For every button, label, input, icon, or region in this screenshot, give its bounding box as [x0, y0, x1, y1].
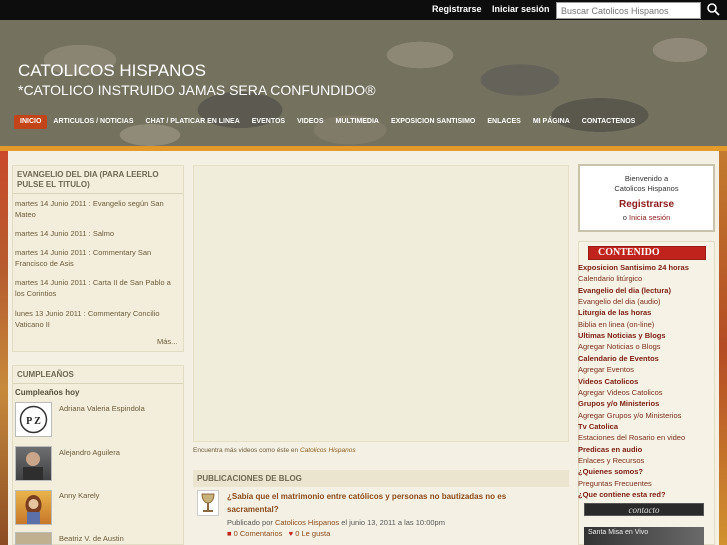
welcome-login-line: o Inicia sesión — [580, 213, 713, 222]
site-tagline: *CATOLICO INSTRUIDO JAMAS SERA CONFUNDID… — [18, 82, 376, 98]
comments-link[interactable]: 0 Comentarios — [234, 529, 283, 538]
site-title[interactable]: CATOLICOS HISPANOS — [18, 61, 206, 81]
nav-articulos[interactable]: ARTICULOS / NOTICIAS — [47, 115, 139, 129]
contenido-link[interactable]: Preguntas Frecuentes — [578, 479, 652, 489]
blog-post-title[interactable]: ¿Sabía que el matrimonio entre católicos… — [227, 490, 557, 516]
gospel-link[interactable]: martes 14 Junio 2011 : Carta II de San P… — [15, 277, 180, 299]
contenido-link[interactable]: Calendario de Eventos — [578, 354, 659, 364]
contenido-link[interactable]: Agregar Grupos y/o Ministerios — [578, 411, 681, 421]
nav-inicio[interactable]: INICIO — [14, 115, 48, 129]
contenido-link[interactable]: Ultimas Noticias y Blogs — [578, 331, 666, 341]
birthday-header: CUMPLEAÑOS — [13, 366, 183, 384]
contenido-link[interactable]: Tv Catolica — [578, 422, 618, 432]
register-button[interactable]: Registrarse — [580, 199, 713, 210]
video-caption-link[interactable]: Catolicos Hispanos — [300, 447, 356, 454]
avatar[interactable] — [15, 446, 52, 481]
welcome-box: Bienvenido a Catolicos Hispanos Registra… — [578, 164, 715, 232]
blog-header: PUBLICACIONES DE BLOG — [193, 470, 569, 487]
gospel-more-link[interactable]: Más... — [157, 337, 177, 346]
comment-icon: ■ — [227, 529, 232, 538]
search-icon[interactable] — [704, 2, 722, 19]
video-caption-text: Encuentra más videos como éste en — [193, 447, 299, 454]
contenido-link[interactable]: Agregar Videos Catolicos — [578, 388, 663, 398]
blog-actions: ■ 0 Comentarios ♥ 0 Le gusta — [227, 529, 330, 538]
video-caption: Encuentra más videos como éste en Catoli… — [193, 447, 356, 454]
gospel-header: EVANGELIO DEL DIA (PARA LEERLO PULSE EL … — [13, 166, 183, 194]
contenido-link[interactable]: Evangelio del dia (audio) — [578, 297, 661, 307]
contenido-link[interactable]: Estaciones del Rosario en video — [578, 433, 685, 443]
gospel-link[interactable]: martes 14 Junio 2011 : Salmo — [15, 228, 180, 239]
search-input[interactable] — [556, 2, 701, 19]
heart-icon: ♥ — [288, 529, 294, 538]
birthday-name[interactable]: Beatriz V. de Austin — [59, 534, 124, 543]
nav-enlaces[interactable]: ENLACES — [481, 115, 526, 129]
contenido-link[interactable]: ¿Quienes somos? — [578, 467, 643, 477]
birthday-today-label: Cumpleaños hoy — [15, 388, 80, 397]
contenido-link[interactable]: Agregar Eventos — [578, 365, 634, 375]
contenido-link[interactable]: Calendario litúrgico — [578, 274, 642, 284]
contenido-link[interactable]: Liturgia de las horas — [578, 308, 651, 318]
register-link[interactable]: Registrarse — [432, 4, 482, 14]
or-label: o — [622, 213, 627, 222]
birthday-name[interactable]: Anny Karely — [59, 491, 99, 500]
welcome-line2: Catolicos Hispanos — [614, 184, 679, 193]
avatar[interactable]: P Z — [15, 402, 52, 437]
birthday-name[interactable]: Adriana Valeria Espindola — [59, 404, 145, 413]
gospel-link[interactable]: lunes 13 Junio 2011 : Commentary Concili… — [15, 308, 180, 330]
main-nav: INICIO ARTICULOS / NOTICIAS CHAT / PLATI… — [14, 115, 641, 129]
gospel-link[interactable]: martes 14 Junio 2011 : Evangelio según S… — [15, 198, 180, 220]
contenido-link[interactable]: Exposicion Santisimo 24 horas — [578, 263, 689, 273]
login-link-welcome[interactable]: Inicia sesión — [629, 213, 670, 222]
blog-author-link[interactable]: Catolicos Hispanos — [275, 518, 339, 527]
nav-multimedia[interactable]: MULTIMEDIA — [330, 115, 385, 129]
avatar[interactable] — [15, 490, 52, 525]
login-link[interactable]: Iniciar sesión — [492, 4, 550, 14]
birthday-name[interactable]: Alejandro Aguilera — [59, 448, 120, 457]
avatar[interactable] — [15, 532, 52, 545]
live-banner[interactable]: Santa Misa en Vivo — [584, 527, 704, 545]
welcome-line1: Bienvenido a — [624, 174, 669, 183]
contact-banner[interactable]: contacto — [584, 503, 704, 516]
nav-eventos[interactable]: EVENTOS — [246, 115, 291, 129]
top-bar: Registrarse Iniciar sesión — [0, 0, 727, 20]
gospel-link[interactable]: martes 14 Junio 2011 : Commentary San Fr… — [15, 247, 180, 269]
video-player[interactable] — [193, 165, 569, 442]
contenido-link[interactable]: ¿Que contiene esta red? — [578, 490, 666, 500]
nav-chat[interactable]: CHAT / PLATICAR EN LINEA — [140, 115, 246, 129]
nav-videos[interactable]: VIDEOS — [291, 115, 329, 129]
nav-contactenos[interactable]: CONTACTENOS — [576, 115, 642, 129]
nav-exposicion[interactable]: EXPOSICION SANTISIMO — [385, 115, 481, 129]
blog-post-date: el junio 13, 2011 a las 10:00pm — [341, 518, 445, 527]
chalice-icon — [197, 490, 219, 516]
contenido-link[interactable]: Agregar Noticias o Blogs — [578, 342, 661, 352]
contenido-link[interactable]: Enlaces y Recursos — [578, 456, 644, 466]
likes-link[interactable]: 0 Le gusta — [295, 529, 330, 538]
contenido-link[interactable]: Predicas en audio — [578, 445, 642, 455]
contenido-link[interactable]: Grupos y/o Ministerios — [578, 399, 659, 409]
nav-mi-pagina[interactable]: MI PÁGINA — [527, 115, 576, 129]
contenido-link[interactable]: Biblia en linea (on-line) — [578, 320, 654, 330]
meta-label: Publicado por — [227, 518, 273, 527]
contenido-link[interactable]: Evangelio del dia (lectura) — [578, 286, 671, 296]
right-decoration — [719, 151, 727, 545]
svg-text:P Z: P Z — [26, 416, 41, 427]
left-decoration — [0, 151, 8, 545]
contenido-header: CONTENIDO — [588, 246, 706, 260]
contenido-link[interactable]: Videos Catolicos — [578, 377, 638, 387]
blog-post-meta: Publicado por Catolicos Hispanos el juni… — [227, 518, 445, 527]
